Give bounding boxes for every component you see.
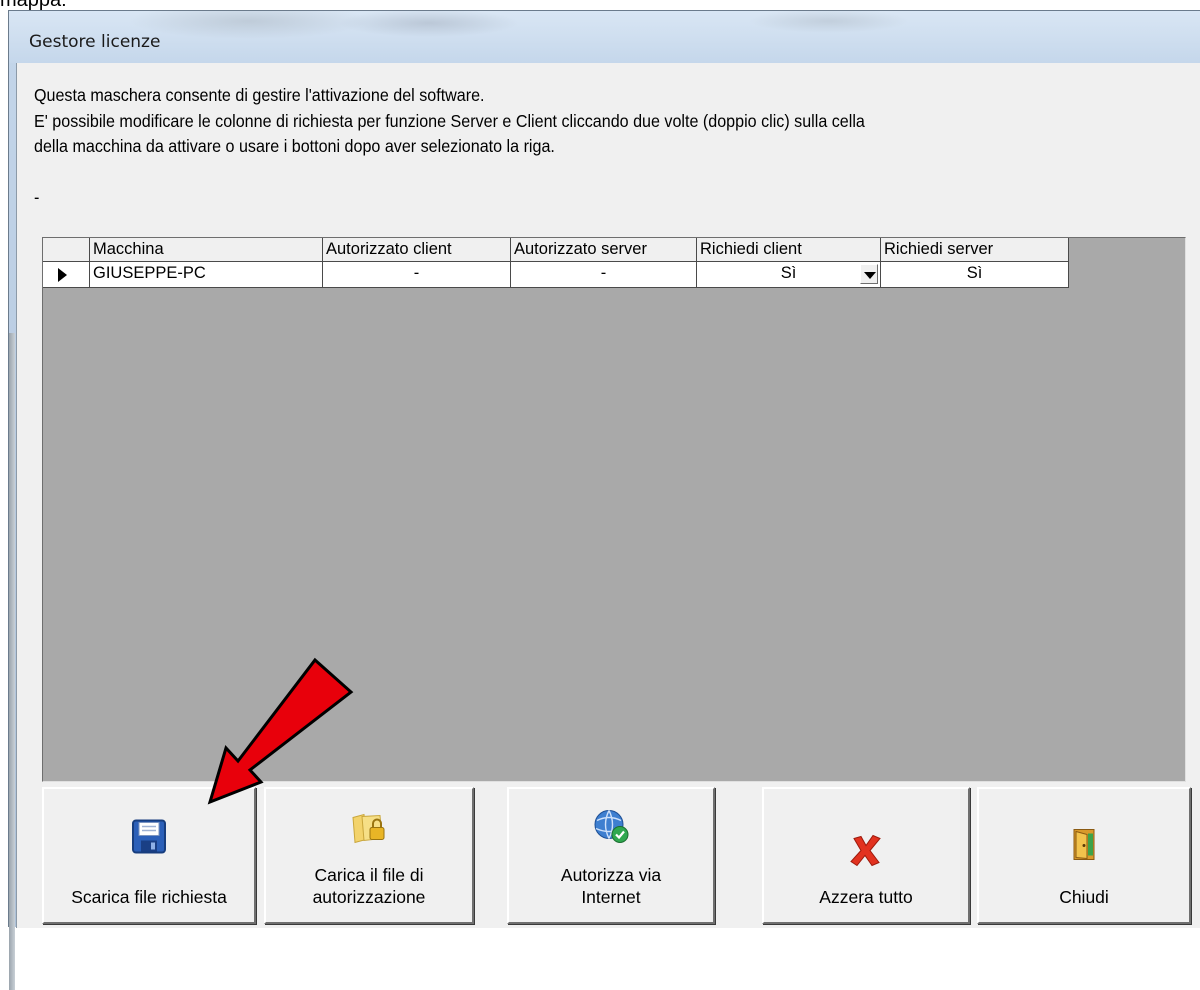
- column-header-autorizzato-client[interactable]: Autorizzato client: [323, 238, 511, 262]
- chiudi-button-label: Chiudi: [1059, 887, 1109, 907]
- dialog-body: Questa maschera consente di gestire l'at…: [9, 63, 1200, 990]
- cell-autorizzato-client[interactable]: -: [323, 262, 511, 288]
- carica-button-label: Carica il file di autorizzazione: [312, 865, 426, 907]
- chiudi-button[interactable]: Chiudi: [977, 787, 1191, 924]
- page-caption: mappa:: [0, 0, 67, 11]
- status-dash: -: [34, 187, 40, 207]
- license-manager-window: Gestore licenze Questa maschera consente…: [8, 10, 1200, 990]
- floppy-disk-icon: [132, 819, 166, 859]
- description-line-2: E' possibile modificare le colonne di ri…: [34, 111, 865, 131]
- column-header-richiedi-server[interactable]: Richiedi server: [881, 238, 1069, 262]
- cell-autorizzato-server[interactable]: -: [511, 262, 697, 288]
- column-header-autorizzato-server[interactable]: Autorizzato server: [511, 238, 697, 262]
- table-row[interactable]: GIUSEPPE-PC - - Sì Sì: [43, 262, 1069, 288]
- title-bar[interactable]: Gestore licenze: [9, 11, 1200, 63]
- scarica-file-richiesta-button[interactable]: Scarica file richiesta: [42, 787, 256, 924]
- description-line-3: della macchina da attivare o usare i bot…: [34, 136, 555, 156]
- column-header-macchina[interactable]: Macchina: [90, 238, 323, 262]
- cell-richiedi-server[interactable]: Sì: [881, 262, 1069, 288]
- row-selector[interactable]: [43, 262, 90, 288]
- autorizza-via-internet-button[interactable]: Autorizza via Internet: [507, 787, 715, 924]
- folder-lock-icon: [350, 812, 388, 851]
- header-indicator-cell: [43, 238, 90, 262]
- current-row-arrow-icon: [58, 268, 67, 282]
- azzera-tutto-button[interactable]: Azzera tutto: [762, 787, 970, 924]
- window-title: Gestore licenze: [29, 32, 161, 52]
- grid-header: Macchina Autorizzato client Autorizzato …: [43, 238, 1069, 262]
- azzera-button-label: Azzera tutto: [819, 887, 913, 907]
- richiedi-client-dropdown-button[interactable]: [860, 264, 878, 284]
- column-header-richiedi-client[interactable]: Richiedi client: [697, 238, 881, 262]
- richiedi-client-value: Sì: [780, 264, 797, 282]
- licenses-grid[interactable]: Macchina Autorizzato client Autorizzato …: [42, 237, 1186, 782]
- cell-richiedi-client[interactable]: Sì: [697, 262, 881, 288]
- frame-edge: [9, 333, 15, 990]
- autorizza-button-label: Autorizza via Internet: [560, 865, 662, 907]
- description-line-1: Questa maschera consente di gestire l'at…: [34, 85, 485, 105]
- cell-macchina[interactable]: GIUSEPPE-PC: [90, 262, 323, 288]
- red-x-icon: [849, 834, 883, 872]
- exit-door-icon: [1072, 828, 1096, 867]
- globe-check-icon: [592, 809, 630, 850]
- scarica-button-label: Scarica file richiesta: [71, 887, 227, 907]
- carica-file-autorizzazione-button[interactable]: Carica il file di autorizzazione: [264, 787, 474, 924]
